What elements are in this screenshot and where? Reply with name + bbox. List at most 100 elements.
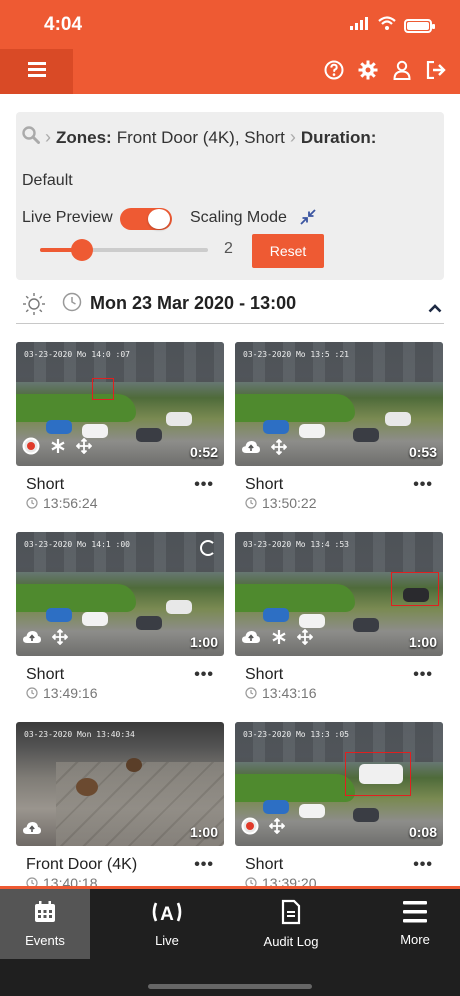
- event-thumbnail[interactable]: 03-23-2020 Mo 13:5 :21 0:53: [235, 342, 443, 466]
- status-time: 4:04: [44, 14, 83, 35]
- zones-value: Front Door (4K), Short: [116, 127, 285, 147]
- event-duration: 1:00: [408, 634, 437, 650]
- bottom-tab-bar: Events A Live Audit Log More: [0, 886, 460, 996]
- asterisk-icon: [271, 629, 287, 650]
- alert-icon: [241, 817, 259, 840]
- home-indicator[interactable]: [148, 984, 312, 989]
- camera-timestamp: 03-23-2020 Mo 14:1 :00: [24, 540, 130, 549]
- event-title: Short: [245, 666, 284, 683]
- calendar-icon: [33, 900, 57, 927]
- event-card[interactable]: 03-23-2020 Mon 13:40:34 1:00 Front Door …: [16, 722, 224, 891]
- more-options-icon[interactable]: •••: [194, 666, 214, 684]
- motion-box: [391, 572, 439, 606]
- slider-value: 2: [224, 240, 233, 257]
- event-card[interactable]: 03-23-2020 Mo 14:1 :00 1:00 Short ••• 13…: [16, 532, 224, 701]
- event-thumbnail[interactable]: 03-23-2020 Mo 14:1 :00 1:00: [16, 532, 224, 656]
- event-thumbnail[interactable]: 03-23-2020 Mo 13:3 :05 0:08: [235, 722, 443, 846]
- move-icon: [268, 817, 286, 839]
- event-thumbnail[interactable]: 03-23-2020 Mo 13:4 :53 1:00: [235, 532, 443, 656]
- event-time-text: 13:43:16: [262, 685, 317, 701]
- zones-label: Zones:: [56, 127, 112, 147]
- slider-handle[interactable]: [71, 239, 93, 261]
- search-icon: [22, 126, 40, 149]
- cloud-upload-icon: [22, 630, 42, 649]
- asterisk-icon: [50, 438, 66, 459]
- date-group-title: Mon 23 Mar 2020 - 13:00: [90, 293, 297, 313]
- duration-label: Duration:: [300, 127, 377, 147]
- tab-audit-log[interactable]: Audit Log: [246, 889, 336, 959]
- event-card[interactable]: 03-23-2020 Mo 13:3 :05 0:08 Short ••• 13…: [235, 722, 443, 891]
- reset-button[interactable]: Reset: [252, 234, 324, 268]
- status-bar: 4:04: [0, 0, 460, 48]
- camera-timestamp: 03-23-2020 Mo 14:0 :07: [24, 350, 130, 359]
- more-options-icon[interactable]: •••: [194, 476, 214, 494]
- event-card[interactable]: 03-23-2020 Mo 13:5 :21 0:53 Short ••• 13…: [235, 342, 443, 511]
- tab-more[interactable]: More: [370, 889, 460, 959]
- event-time: 13:43:16: [245, 685, 317, 701]
- event-card[interactable]: 03-23-2020 Mo 13:4 :53 1:00 Short ••• 13…: [235, 532, 443, 701]
- gear-icon[interactable]: [358, 58, 378, 82]
- menu-button[interactable]: [0, 49, 73, 94]
- motion-box: [92, 378, 114, 400]
- status-icons: [350, 16, 435, 35]
- user-icon[interactable]: [392, 58, 412, 82]
- document-icon: [281, 899, 301, 928]
- chevron-right-icon: ›: [45, 127, 51, 147]
- tab-label: Audit Log: [263, 934, 319, 949]
- cloud-upload-icon: [22, 821, 42, 840]
- live-broadcast-icon: A: [150, 900, 184, 927]
- event-title: Front Door (4K): [26, 856, 138, 873]
- event-title: Short: [245, 476, 284, 493]
- event-duration: 1:00: [189, 824, 218, 840]
- move-icon: [270, 438, 288, 460]
- event-title: Short: [26, 666, 65, 683]
- move-icon: [75, 437, 93, 459]
- scaling-slider[interactable]: [40, 239, 208, 261]
- more-options-icon[interactable]: •••: [413, 856, 433, 874]
- help-icon[interactable]: [324, 58, 344, 82]
- event-title: Short: [245, 856, 284, 873]
- cloud-upload-icon: [241, 630, 261, 649]
- camera-timestamp: 03-23-2020 Mon 13:40:34: [24, 730, 135, 739]
- tab-live[interactable]: A Live: [122, 889, 212, 959]
- event-duration: 0:53: [408, 444, 437, 460]
- more-options-icon[interactable]: •••: [194, 856, 214, 874]
- camera-timestamp: 03-23-2020 Mo 13:4 :53: [243, 540, 349, 549]
- signal-icon: [350, 16, 370, 35]
- wifi-icon: [378, 16, 396, 35]
- move-icon: [296, 628, 314, 650]
- event-card[interactable]: 03-23-2020 Mo 14:0 :07 0:52 Short ••• 13…: [16, 342, 224, 511]
- shrink-arrows-icon[interactable]: [300, 209, 316, 230]
- event-thumbnail[interactable]: 03-23-2020 Mo 14:0 :07 0:52: [16, 342, 224, 466]
- camera-timestamp: 03-23-2020 Mo 13:5 :21: [243, 350, 349, 359]
- top-header: 4:04: [0, 0, 460, 94]
- alert-icon: [22, 437, 40, 460]
- duration-value[interactable]: Default: [22, 172, 73, 190]
- tab-events[interactable]: Events: [0, 889, 90, 959]
- event-duration: 1:00: [189, 634, 218, 650]
- event-time-text: 13:49:16: [43, 685, 98, 701]
- event-time: 13:56:24: [26, 495, 98, 511]
- sun-icon: [22, 292, 46, 321]
- move-icon: [51, 628, 69, 650]
- date-group-header[interactable]: Mon 23 Mar 2020 - 13:00: [16, 286, 444, 324]
- motion-box: [345, 752, 411, 796]
- clock-icon: [26, 497, 38, 509]
- live-preview-label: Live Preview: [22, 209, 113, 226]
- filter-breadcrumb[interactable]: › Zones: Front Door (4K), Short › Durati…: [22, 126, 376, 149]
- tab-label: More: [400, 932, 430, 947]
- live-preview-toggle[interactable]: [120, 208, 172, 230]
- tab-label: Live: [155, 933, 179, 948]
- tab-label: Events: [25, 933, 65, 948]
- more-options-icon[interactable]: •••: [413, 476, 433, 494]
- event-time-text: 13:50:22: [262, 495, 317, 511]
- clock-icon: [26, 687, 38, 699]
- event-thumbnail[interactable]: 03-23-2020 Mon 13:40:34 1:00: [16, 722, 224, 846]
- clock-icon: [245, 687, 257, 699]
- svg-text:A: A: [160, 904, 174, 924]
- logout-icon[interactable]: [426, 58, 446, 82]
- event-duration: 0:08: [408, 824, 437, 840]
- more-options-icon[interactable]: •••: [413, 666, 433, 684]
- event-time: 13:50:22: [245, 495, 317, 511]
- chevron-up-icon[interactable]: [428, 300, 442, 318]
